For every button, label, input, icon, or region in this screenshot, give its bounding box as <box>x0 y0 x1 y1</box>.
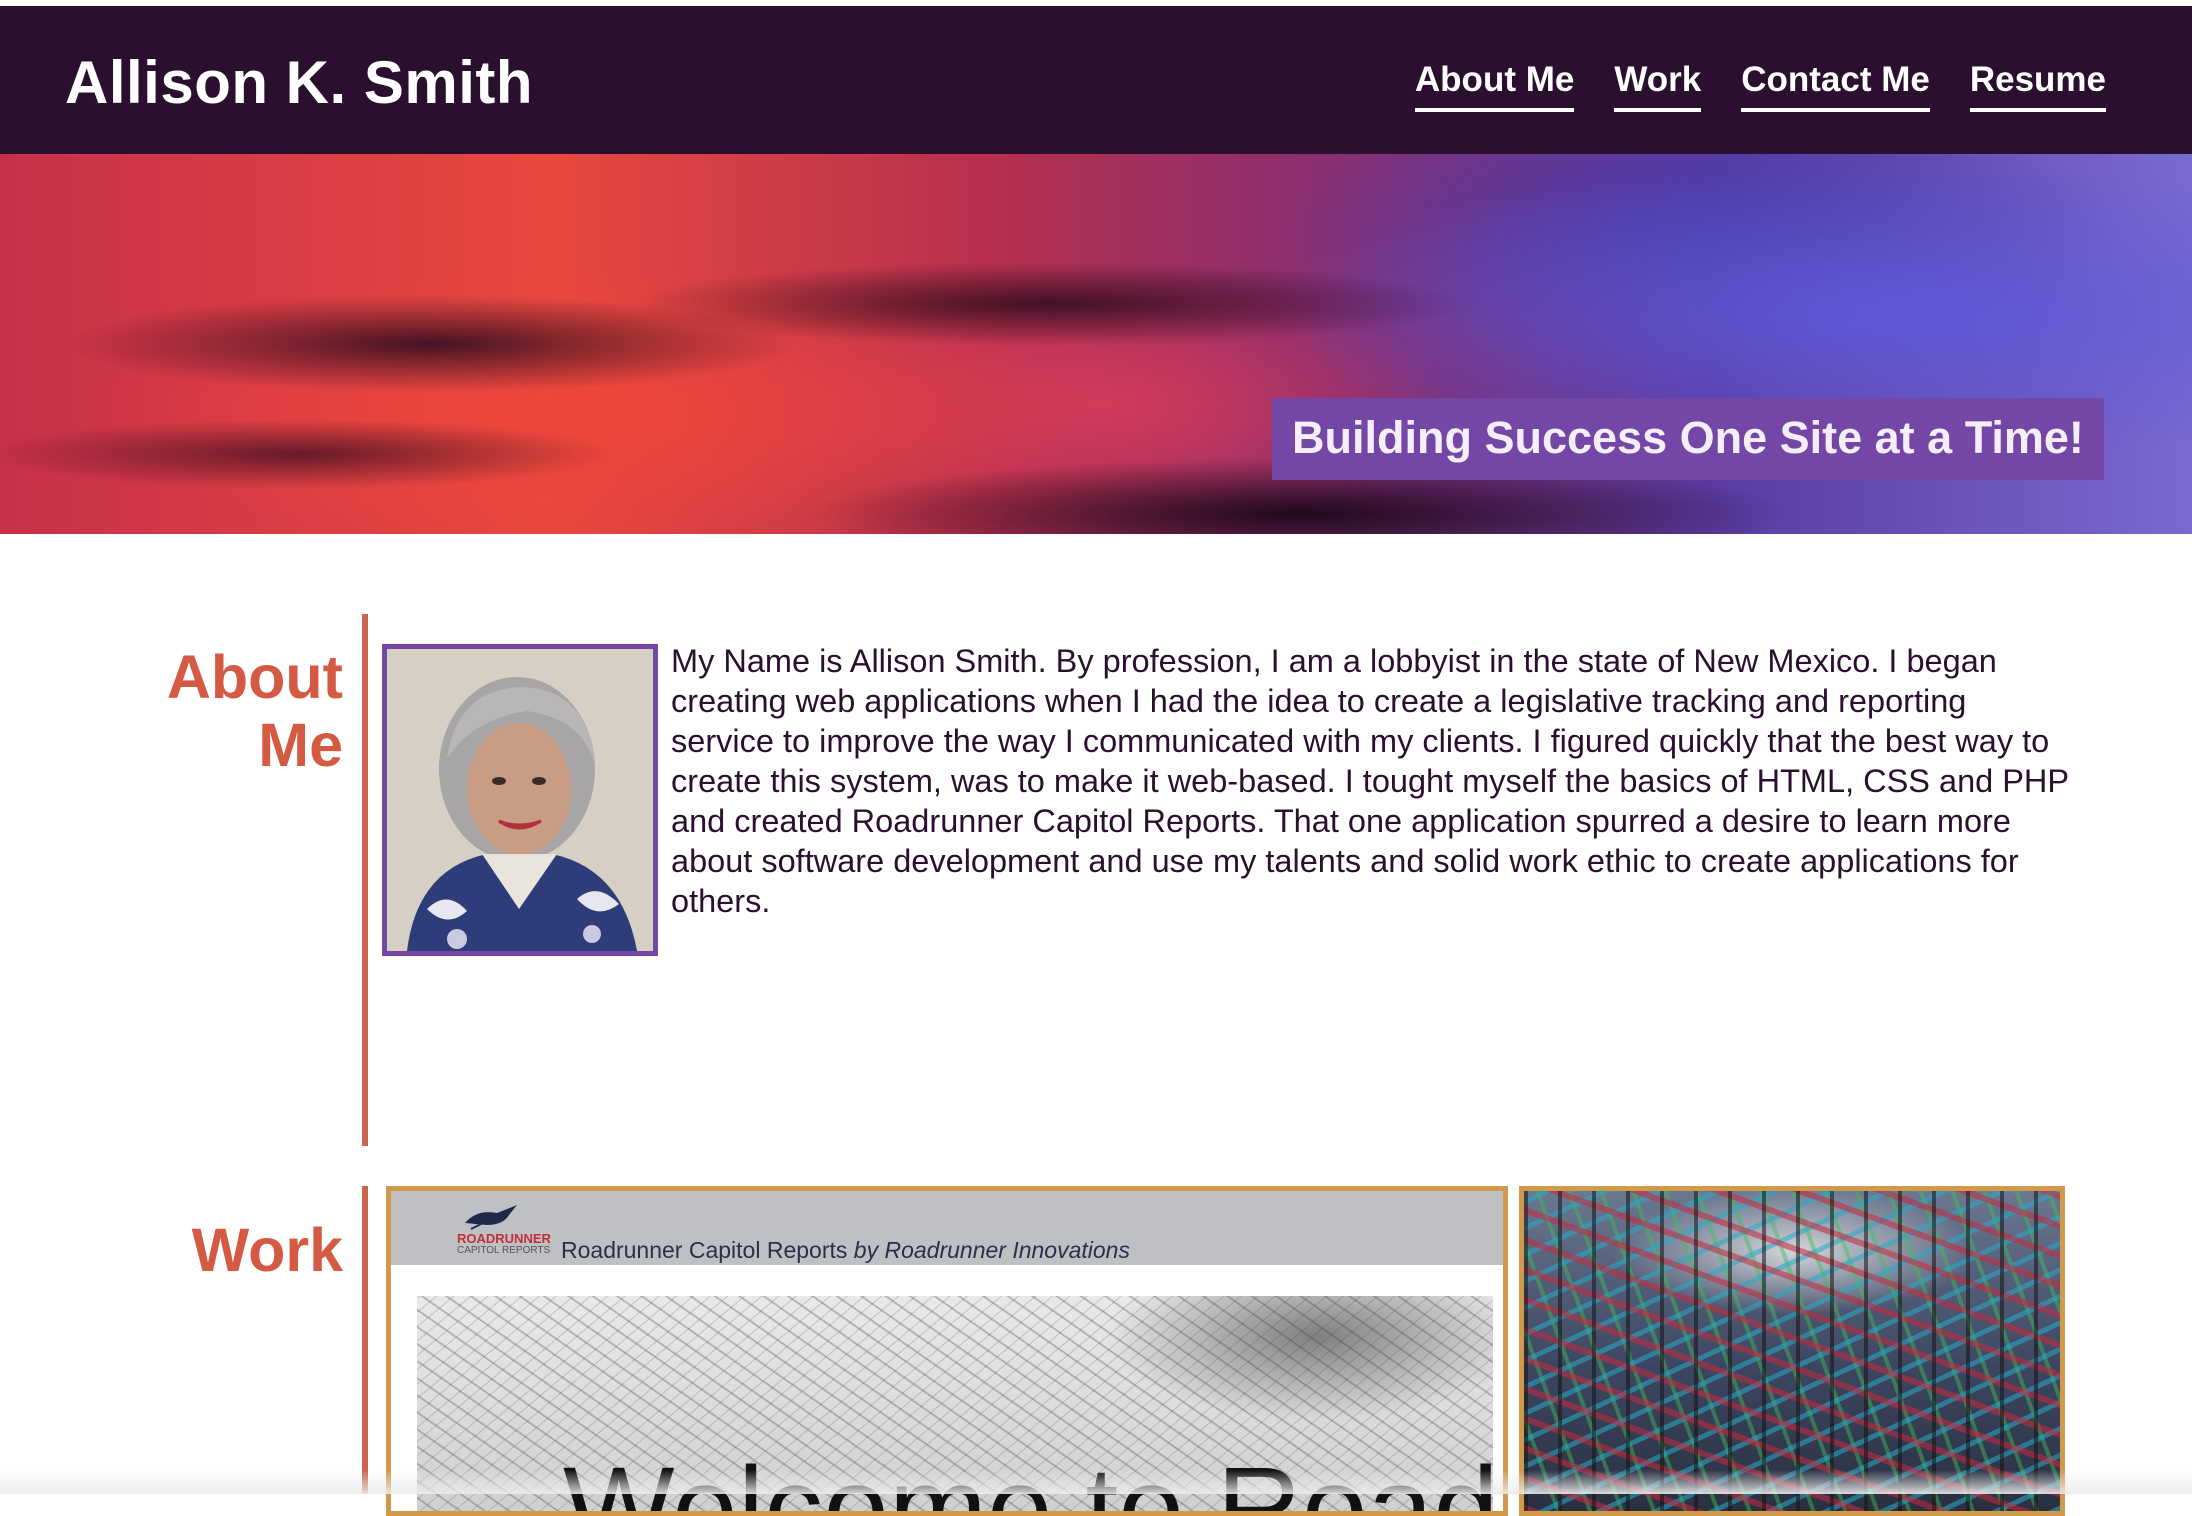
logo-line1: ROADRUNNER <box>457 1231 551 1246</box>
profile-photo <box>382 644 658 956</box>
about-heading-line2: Me <box>258 711 343 779</box>
nav-resume[interactable]: Resume <box>1969 60 2106 112</box>
roadrunner-logo-text: ROADRUNNER CAPITOL REPORTS <box>457 1231 551 1257</box>
bicycles-photo <box>1524 1191 2060 1511</box>
roadrunner-byline: by Roadrunner Innovations <box>853 1237 1130 1263</box>
work-heading: Work <box>191 1216 343 1284</box>
nav-about-me[interactable]: About Me <box>1414 60 1575 112</box>
nav-contact-me[interactable]: Contact Me <box>1741 60 1930 112</box>
roadrunner-title-text: Roadrunner Capitol Reports <box>561 1237 848 1263</box>
roadrunner-title: Roadrunner Capitol Reports by Roadrunner… <box>561 1237 1130 1264</box>
nav-work[interactable]: Work <box>1614 60 1702 112</box>
portrait-illustration <box>387 649 653 951</box>
bottom-fade <box>0 1470 2192 1494</box>
project-card-bikes[interactable] <box>1519 1186 2065 1516</box>
site-title[interactable]: Allison K. Smith <box>65 48 533 117</box>
roadrunner-site-header: ROADRUNNER CAPITOL REPORTS Roadrunner Ca… <box>391 1191 1503 1265</box>
main-nav: About Me Work Contact Me Resume <box>1414 60 2106 112</box>
work-divider <box>362 1186 368 1494</box>
site-header: Allison K. Smith About Me Work Contact M… <box>0 6 2192 154</box>
about-divider <box>362 614 368 1146</box>
project-card-roadrunner[interactable]: ROADRUNNER CAPITOL REPORTS Roadrunner Ca… <box>386 1186 1508 1516</box>
about-heading-line1: About <box>166 643 343 711</box>
logo-line2: CAPITOL REPORTS <box>457 1245 551 1256</box>
about-heading: About Me <box>167 643 343 779</box>
roadrunner-logo-icon <box>465 1205 517 1230</box>
about-bio: My Name is Allison Smith. By profession,… <box>671 643 2069 919</box>
hero-tagline: Building Success One Site at a Time! <box>1272 398 2104 480</box>
